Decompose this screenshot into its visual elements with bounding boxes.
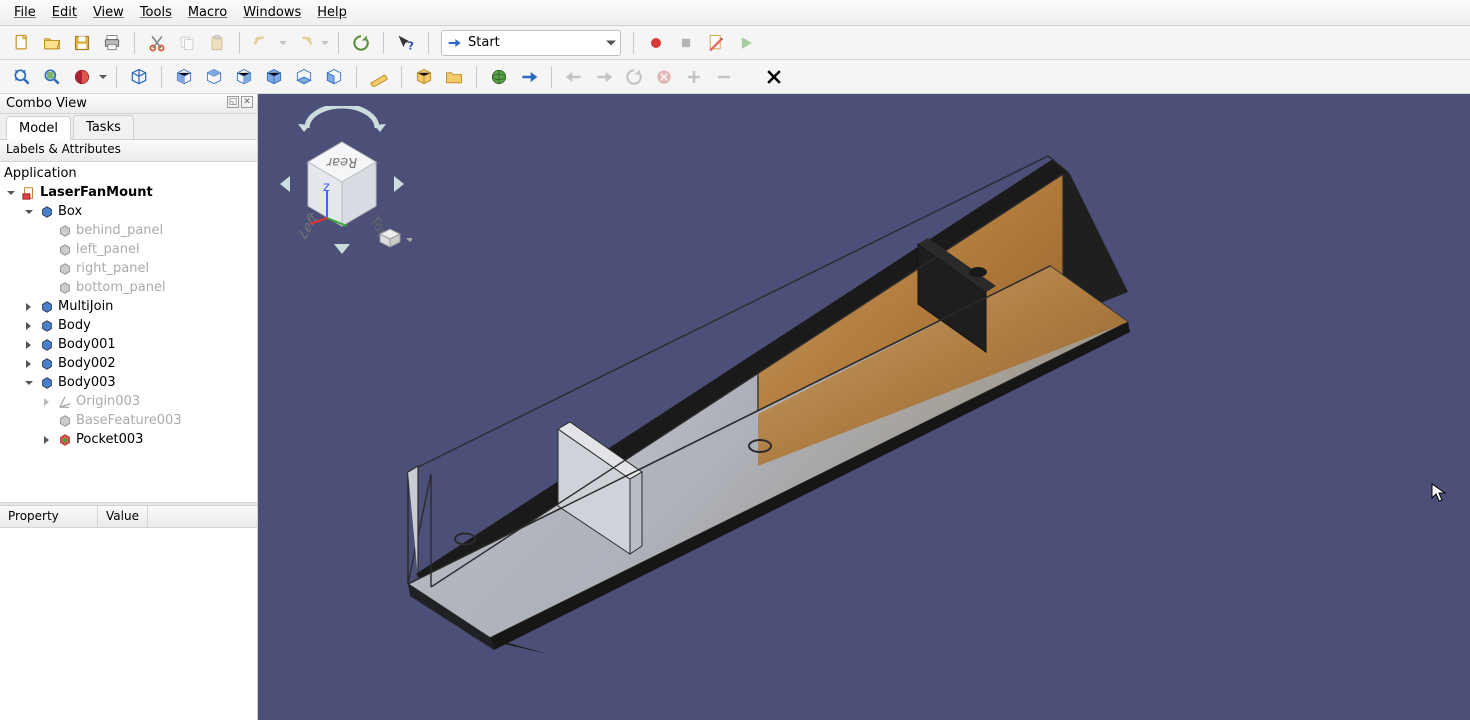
tree-basefeature003[interactable]: BaseFeature003 bbox=[0, 411, 257, 430]
tree-header: Labels & Attributes bbox=[0, 140, 257, 162]
undo-icon[interactable] bbox=[248, 29, 276, 57]
3d-model bbox=[258, 94, 1470, 720]
fit-all-icon[interactable] bbox=[8, 63, 36, 91]
undo-dropdown-icon[interactable] bbox=[278, 29, 288, 57]
menu-file[interactable]: File bbox=[6, 2, 44, 23]
toolbar-view bbox=[0, 60, 1470, 94]
tree-box[interactable]: Box bbox=[0, 202, 257, 221]
view-left-icon[interactable] bbox=[320, 63, 348, 91]
tree-body002[interactable]: Body002 bbox=[0, 354, 257, 373]
svg-text:?: ? bbox=[408, 39, 414, 52]
tree-origin003[interactable]: Origin003 bbox=[0, 392, 257, 411]
combo-view-panel: Combo View ◱ ✕ Model Tasks Labels & Attr… bbox=[0, 94, 258, 720]
view-top-icon[interactable] bbox=[200, 63, 228, 91]
property-header-property[interactable]: Property bbox=[0, 506, 98, 527]
create-part-icon[interactable] bbox=[410, 63, 438, 91]
web-back-icon[interactable] bbox=[560, 63, 588, 91]
menu-macro[interactable]: Macro bbox=[180, 2, 235, 23]
panel-float-icon[interactable]: ◱ bbox=[227, 96, 239, 108]
tree-left-panel[interactable]: left_panel bbox=[0, 240, 257, 259]
web-zoom-in-icon[interactable] bbox=[680, 63, 708, 91]
redo-dropdown-icon[interactable] bbox=[320, 29, 330, 57]
view-right-icon[interactable] bbox=[230, 63, 258, 91]
workbench-selector[interactable]: Start bbox=[441, 30, 621, 56]
tab-tasks[interactable]: Tasks bbox=[73, 115, 134, 139]
macro-record-icon[interactable] bbox=[642, 29, 670, 57]
create-group-icon[interactable] bbox=[440, 63, 468, 91]
menu-windows[interactable]: Windows bbox=[235, 2, 309, 23]
macro-stop-icon[interactable] bbox=[672, 29, 700, 57]
macro-run-icon[interactable] bbox=[732, 29, 760, 57]
tree-body[interactable]: Body bbox=[0, 316, 257, 335]
tree-body001[interactable]: Body001 bbox=[0, 335, 257, 354]
panel-close-icon[interactable]: ✕ bbox=[241, 96, 253, 108]
tab-model[interactable]: Model bbox=[6, 116, 71, 140]
view-front-icon[interactable] bbox=[170, 63, 198, 91]
view-bottom-icon[interactable] bbox=[290, 63, 318, 91]
model-tree[interactable]: Application LaserFanMount Box behind_pan… bbox=[0, 162, 257, 502]
web-zoom-out-icon[interactable] bbox=[710, 63, 738, 91]
menu-tools[interactable]: Tools bbox=[132, 2, 180, 23]
macro-edit-icon[interactable] bbox=[702, 29, 730, 57]
view-rear-icon[interactable] bbox=[260, 63, 288, 91]
tree-document[interactable]: LaserFanMount bbox=[0, 183, 257, 202]
draw-style-icon[interactable] bbox=[68, 63, 96, 91]
tree-root[interactable]: Application bbox=[0, 164, 257, 183]
open-document-icon[interactable] bbox=[38, 29, 66, 57]
tree-behind-panel[interactable]: behind_panel bbox=[0, 221, 257, 240]
close-icon[interactable] bbox=[760, 63, 788, 91]
cut-icon[interactable] bbox=[143, 29, 171, 57]
draw-style-dropdown-icon[interactable] bbox=[98, 63, 108, 91]
web-home-icon[interactable] bbox=[485, 63, 513, 91]
3d-viewport[interactable]: Rear Left Top z bbox=[258, 94, 1470, 720]
web-forward-icon[interactable] bbox=[590, 63, 618, 91]
redo-icon[interactable] bbox=[290, 29, 318, 57]
save-document-icon[interactable] bbox=[68, 29, 96, 57]
property-panel: Property Value bbox=[0, 506, 257, 720]
web-stop-icon[interactable] bbox=[650, 63, 678, 91]
measure-icon[interactable] bbox=[365, 63, 393, 91]
refresh-icon[interactable] bbox=[347, 29, 375, 57]
copy-icon[interactable] bbox=[173, 29, 201, 57]
toolbar-file: ? Start bbox=[0, 26, 1470, 60]
menu-edit[interactable]: Edit bbox=[44, 2, 85, 23]
view-isometric-icon[interactable] bbox=[125, 63, 153, 91]
new-document-icon[interactable] bbox=[8, 29, 36, 57]
print-icon[interactable] bbox=[98, 29, 126, 57]
tree-pocket003[interactable]: Pocket003 bbox=[0, 430, 257, 449]
combo-view-title: Combo View ◱ ✕ bbox=[0, 94, 257, 114]
menu-view[interactable]: View bbox=[85, 2, 132, 23]
menu-bar: File Edit View Tools Macro Windows Help bbox=[0, 0, 1470, 26]
fit-selection-icon[interactable] bbox=[38, 63, 66, 91]
whats-this-icon[interactable]: ? bbox=[392, 29, 420, 57]
property-header-value[interactable]: Value bbox=[98, 506, 148, 527]
tree-bottom-panel[interactable]: bottom_panel bbox=[0, 278, 257, 297]
web-refresh-icon[interactable] bbox=[620, 63, 648, 91]
paste-icon[interactable] bbox=[203, 29, 231, 57]
combo-view-tabs: Model Tasks bbox=[0, 114, 257, 140]
menu-help[interactable]: Help bbox=[309, 2, 355, 23]
tree-right-panel[interactable]: right_panel bbox=[0, 259, 257, 278]
tree-multijoin[interactable]: MultiJoin bbox=[0, 297, 257, 316]
tree-body003[interactable]: Body003 bbox=[0, 373, 257, 392]
workbench-label: Start bbox=[468, 35, 500, 50]
mouse-cursor-icon bbox=[1431, 483, 1447, 503]
web-start-icon[interactable] bbox=[515, 63, 543, 91]
